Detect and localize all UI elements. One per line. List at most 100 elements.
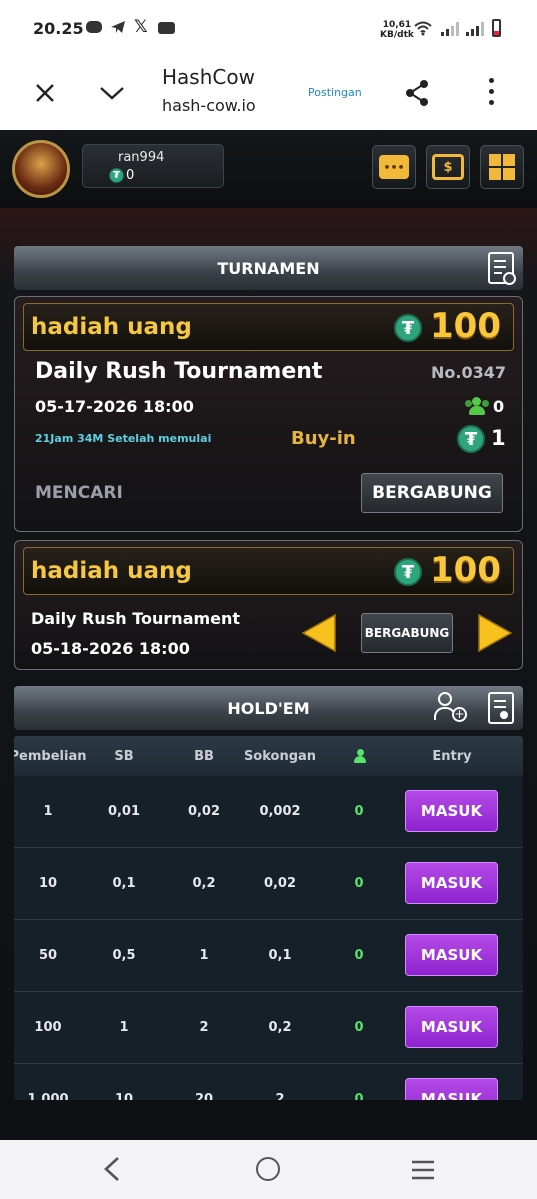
- countdown-text: 21Jam 34M Setelah memulai: [35, 432, 212, 445]
- home-nav-icon[interactable]: [256, 1157, 280, 1181]
- tournament-card-1: hadiah uang ₮ 100 Daily Rush Tournament …: [14, 296, 523, 532]
- tournament-name: Daily Rush Tournament: [31, 609, 241, 628]
- col-header-ante: Sokongan: [243, 749, 317, 764]
- network-speed: 10,61 KB/dtk: [380, 20, 414, 40]
- enter-button[interactable]: MASUK: [405, 1006, 498, 1048]
- tether-icon: ₮: [394, 558, 422, 586]
- url-text[interactable]: hash-cow.io: [162, 96, 256, 115]
- tournament-number: No.0347: [431, 363, 506, 382]
- cell-players: 0: [354, 1092, 364, 1100]
- arrow-right-icon[interactable]: [477, 613, 513, 657]
- wifi-icon: [414, 20, 432, 40]
- enter-button[interactable]: MASUK: [405, 934, 498, 976]
- join-button[interactable]: BERGABUNG: [361, 473, 503, 513]
- back-nav-icon[interactable]: [100, 1156, 124, 1186]
- cell-players: 0: [354, 948, 364, 963]
- cashier-button[interactable]: $: [426, 145, 470, 189]
- cell-sb: 10: [114, 1092, 134, 1100]
- system-nav-bar: [0, 1140, 537, 1199]
- x-icon: 𝕏: [134, 17, 148, 37]
- cell-buyin: 100: [34, 1020, 62, 1035]
- tether-icon: ₮: [394, 314, 422, 342]
- tournament-datetime: 05-18-2026 18:00: [31, 639, 190, 658]
- col-header-entry: Entry: [432, 749, 472, 764]
- join-button[interactable]: BERGABUNG: [361, 613, 453, 653]
- tournament-card-2: hadiah uang ₮ 100 Daily Rush Tournament …: [14, 540, 523, 670]
- prize-label: hadiah uang: [31, 314, 192, 340]
- row-2: 50 0,5 1 0,1 0 MASUK: [14, 920, 523, 992]
- cell-sb: 1: [119, 1020, 129, 1035]
- prize-amount: 100: [430, 306, 501, 346]
- chat-button[interactable]: •••: [372, 145, 416, 189]
- cell-buyin: 50: [38, 948, 58, 963]
- prize-amount: 100: [430, 550, 501, 590]
- row-4: 1.000 10 20 2 0 MASUK: [14, 1064, 523, 1100]
- tether-icon: ₮: [109, 168, 124, 183]
- players-count: 0: [493, 397, 505, 416]
- tournament-datetime: 05-17-2026 18:00: [35, 397, 194, 416]
- cell-buyin: 1.000: [27, 1092, 69, 1100]
- chevron-down-icon[interactable]: [96, 78, 128, 108]
- cell-players: 0: [354, 1020, 364, 1035]
- scroll-track[interactable]: [14, 1102, 523, 1140]
- menu-grid-button[interactable]: [480, 145, 524, 189]
- grid-icon: [489, 154, 515, 180]
- net-speed-value: 10,61: [382, 20, 412, 30]
- cell-bb: 2: [199, 1020, 209, 1035]
- history-icon[interactable]: [488, 252, 516, 285]
- tournament-title: TURNAMEN: [217, 258, 320, 278]
- cell-sb: 0,5: [112, 948, 136, 963]
- cell-buyin: 10: [38, 876, 58, 891]
- table-list-icon[interactable]: [488, 692, 514, 724]
- close-icon[interactable]: [30, 78, 60, 108]
- cell-bb: 20: [194, 1092, 214, 1100]
- players-icon: [465, 397, 489, 415]
- more-menu-icon[interactable]: [484, 76, 500, 110]
- col-header-buyin: Pembelian: [14, 749, 87, 764]
- cell-bb: 0,02: [187, 804, 221, 819]
- cell-buyin: 1: [43, 804, 53, 819]
- cell-players: 0: [354, 804, 364, 819]
- player-icon: [354, 749, 366, 763]
- tournament-name: Daily Rush Tournament: [35, 359, 323, 384]
- posting-link[interactable]: Postingan: [308, 86, 362, 99]
- buyin-value: 1: [491, 426, 506, 450]
- row-3: 100 1 2 0,2 0 MASUK: [14, 992, 523, 1064]
- page-title: HashCow: [162, 65, 255, 89]
- col-header-bb: BB: [194, 749, 214, 764]
- arrow-left-icon[interactable]: [301, 613, 337, 657]
- enter-button[interactable]: MASUK: [405, 790, 498, 832]
- cell-ante: 0,02: [263, 876, 297, 891]
- status-bar: 20.25 𝕏 10,61 KB/dtk: [0, 0, 537, 56]
- enter-button[interactable]: MASUK: [405, 862, 498, 904]
- prize-label: hadiah uang: [31, 558, 192, 584]
- search-status: MENCARI: [35, 483, 123, 503]
- tournament-header: TURNAMEN: [14, 246, 523, 290]
- chat-icon: •••: [379, 155, 409, 179]
- cell-bb: 0,2: [192, 876, 216, 891]
- prize-bar: hadiah uang ₮ 100: [23, 547, 514, 595]
- user-info-box[interactable]: ran994 ₮ 0: [82, 144, 224, 188]
- cell-players: 0: [354, 876, 364, 891]
- table-header-row: Pembelian SB BB Sokongan Entry: [14, 736, 523, 776]
- youtube-icon: [158, 22, 175, 34]
- share-icon[interactable]: [400, 76, 434, 110]
- holdem-title: HOLD'EM: [227, 698, 310, 718]
- enter-button[interactable]: MASUK: [405, 1078, 498, 1100]
- tether-icon: ₮: [457, 425, 485, 453]
- recents-nav-icon[interactable]: [410, 1159, 436, 1185]
- browser-toolbar: HashCow hash-cow.io Postingan: [0, 56, 537, 130]
- avatar[interactable]: [12, 140, 70, 198]
- clock: 20.25: [33, 19, 84, 38]
- row-1: 10 0,1 0,2 0,02 0 MASUK: [14, 848, 523, 920]
- cashier-icon: $: [432, 154, 464, 180]
- cell-ante: 2: [275, 1092, 285, 1100]
- signal-icon-2: [466, 21, 484, 40]
- buyin-label: Buy-in: [291, 428, 356, 449]
- signal-icon: [441, 21, 459, 40]
- battery-icon: [492, 19, 501, 37]
- user-balance: 0: [126, 168, 135, 183]
- username: ran994: [118, 150, 165, 165]
- add-table-icon[interactable]: +: [434, 692, 468, 724]
- holdem-header: HOLD'EM +: [14, 686, 523, 730]
